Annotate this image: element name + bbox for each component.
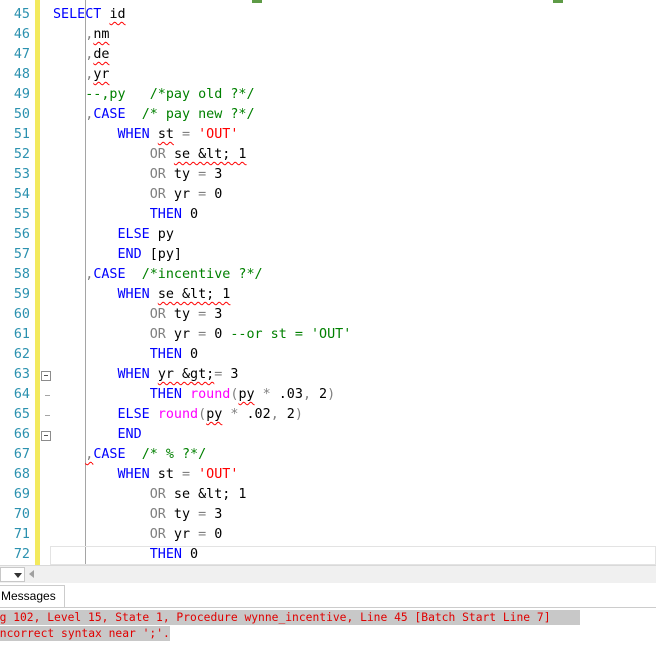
line-number: 55 bbox=[13, 207, 30, 222]
code-line[interactable]: THEN 0 bbox=[53, 545, 198, 565]
line-number: 49 bbox=[13, 87, 30, 102]
fold-guide-tick bbox=[45, 395, 50, 396]
code-line[interactable]: THEN 0 bbox=[53, 345, 198, 365]
messages-pane[interactable]: Msg 102, Level 15, State 1, Procedure wy… bbox=[0, 608, 656, 649]
line-number: 67 bbox=[13, 447, 30, 462]
code-line[interactable]: ,nm bbox=[53, 25, 109, 45]
code-line[interactable]: OR yr = 0 bbox=[53, 185, 223, 205]
code-line[interactable]: WHEN st = 'OUT' bbox=[53, 465, 239, 485]
line-number: 47 bbox=[13, 47, 30, 62]
line-number: 57 bbox=[13, 247, 30, 262]
code-line[interactable]: ELSE round(py * .02, 2) bbox=[53, 405, 303, 425]
line-number: 59 bbox=[13, 287, 30, 302]
line-number: 52 bbox=[13, 147, 30, 162]
error-message-line: Incorrect syntax near ';'. bbox=[0, 626, 170, 641]
code-line[interactable]: OR ty = 3 bbox=[53, 505, 223, 525]
line-number: 46 bbox=[13, 27, 30, 42]
line-number: 63 bbox=[13, 367, 30, 382]
code-editor[interactable]: 45 46 47 48 49 50 51 52 53 54 55 56 57 58 59 60 61 62 63 64… bbox=[0, 0, 656, 565]
line-number: 53 bbox=[13, 167, 30, 182]
line-number: 60 bbox=[13, 307, 30, 322]
top-change-marker bbox=[252, 0, 262, 3]
code-line[interactable]: ,de bbox=[53, 45, 109, 65]
code-line[interactable]: ELSE py bbox=[53, 225, 174, 245]
code-line[interactable]: WHEN se &lt; 1 bbox=[53, 285, 231, 305]
line-number: 62 bbox=[13, 347, 30, 362]
line-number: 72 bbox=[13, 547, 30, 562]
line-number: 65 bbox=[13, 407, 30, 422]
results-tab-bar: Messages bbox=[0, 583, 656, 608]
horizontal-scrollbar[interactable] bbox=[0, 565, 656, 584]
line-number: 66 bbox=[13, 427, 30, 442]
code-line[interactable]: WHEN st = 'OUT' bbox=[53, 125, 239, 145]
line-number: 51 bbox=[13, 127, 30, 142]
line-number: 50 bbox=[13, 107, 30, 122]
zoom-dropdown[interactable] bbox=[0, 567, 25, 582]
code-line[interactable]: OR yr = 0 bbox=[53, 525, 223, 545]
line-number: 48 bbox=[13, 67, 30, 82]
code-line[interactable]: OR yr = 0 --or st = 'OUT' bbox=[53, 325, 352, 345]
code-line[interactable]: OR ty = 3 bbox=[53, 305, 223, 325]
line-number: 56 bbox=[13, 227, 30, 242]
code-line[interactable]: SELECT id bbox=[53, 5, 126, 25]
code-line[interactable]: END [py] bbox=[53, 245, 183, 265]
line-number: 54 bbox=[13, 187, 30, 202]
line-number: 68 bbox=[13, 467, 30, 482]
scroll-left-arrow-icon[interactable] bbox=[29, 570, 34, 578]
code-line[interactable]: ,yr bbox=[53, 65, 109, 85]
line-number: 45 bbox=[13, 7, 30, 22]
line-number: 61 bbox=[13, 327, 30, 342]
code-line[interactable]: OR ty = 3 bbox=[53, 165, 223, 185]
tab-messages[interactable]: Messages bbox=[0, 585, 65, 607]
code-line[interactable]: ,CASE /* % ?*/ bbox=[53, 445, 206, 465]
top-change-marker bbox=[553, 0, 563, 3]
code-line[interactable]: --,py /*pay old ?*/ bbox=[53, 85, 254, 105]
outlining-margin bbox=[40, 0, 86, 565]
tab-messages-label: Messages bbox=[1, 589, 56, 603]
line-number: 70 bbox=[13, 507, 30, 522]
code-line[interactable]: THEN round(py * .03, 2) bbox=[53, 385, 335, 405]
code-line[interactable]: END bbox=[53, 425, 142, 445]
code-line[interactable]: ,CASE /* pay new ?*/ bbox=[53, 105, 254, 125]
code-line[interactable]: OR se &lt; 1 bbox=[53, 485, 247, 505]
collapse-region-icon[interactable] bbox=[41, 431, 51, 441]
code-line[interactable]: THEN 0 bbox=[53, 205, 198, 225]
fold-guide-tick bbox=[45, 415, 50, 416]
chevron-down-icon bbox=[14, 573, 22, 578]
line-number: 69 bbox=[13, 487, 30, 502]
error-message-line: Msg 102, Level 15, State 1, Procedure wy… bbox=[0, 610, 580, 625]
line-number: 71 bbox=[13, 527, 30, 542]
collapse-region-icon[interactable] bbox=[41, 371, 51, 381]
line-number-gutter: 45 46 47 48 49 50 51 52 53 54 55 56 57 58 59 60 61 62 63 64… bbox=[0, 0, 40, 565]
code-line[interactable]: ,CASE /*incentive ?*/ bbox=[53, 265, 262, 285]
line-number: 64 bbox=[13, 387, 30, 402]
line-number: 58 bbox=[13, 267, 30, 282]
code-line[interactable]: OR se &lt; 1 bbox=[53, 145, 247, 165]
code-line[interactable]: WHEN yr &gt;= 3 bbox=[53, 365, 239, 385]
